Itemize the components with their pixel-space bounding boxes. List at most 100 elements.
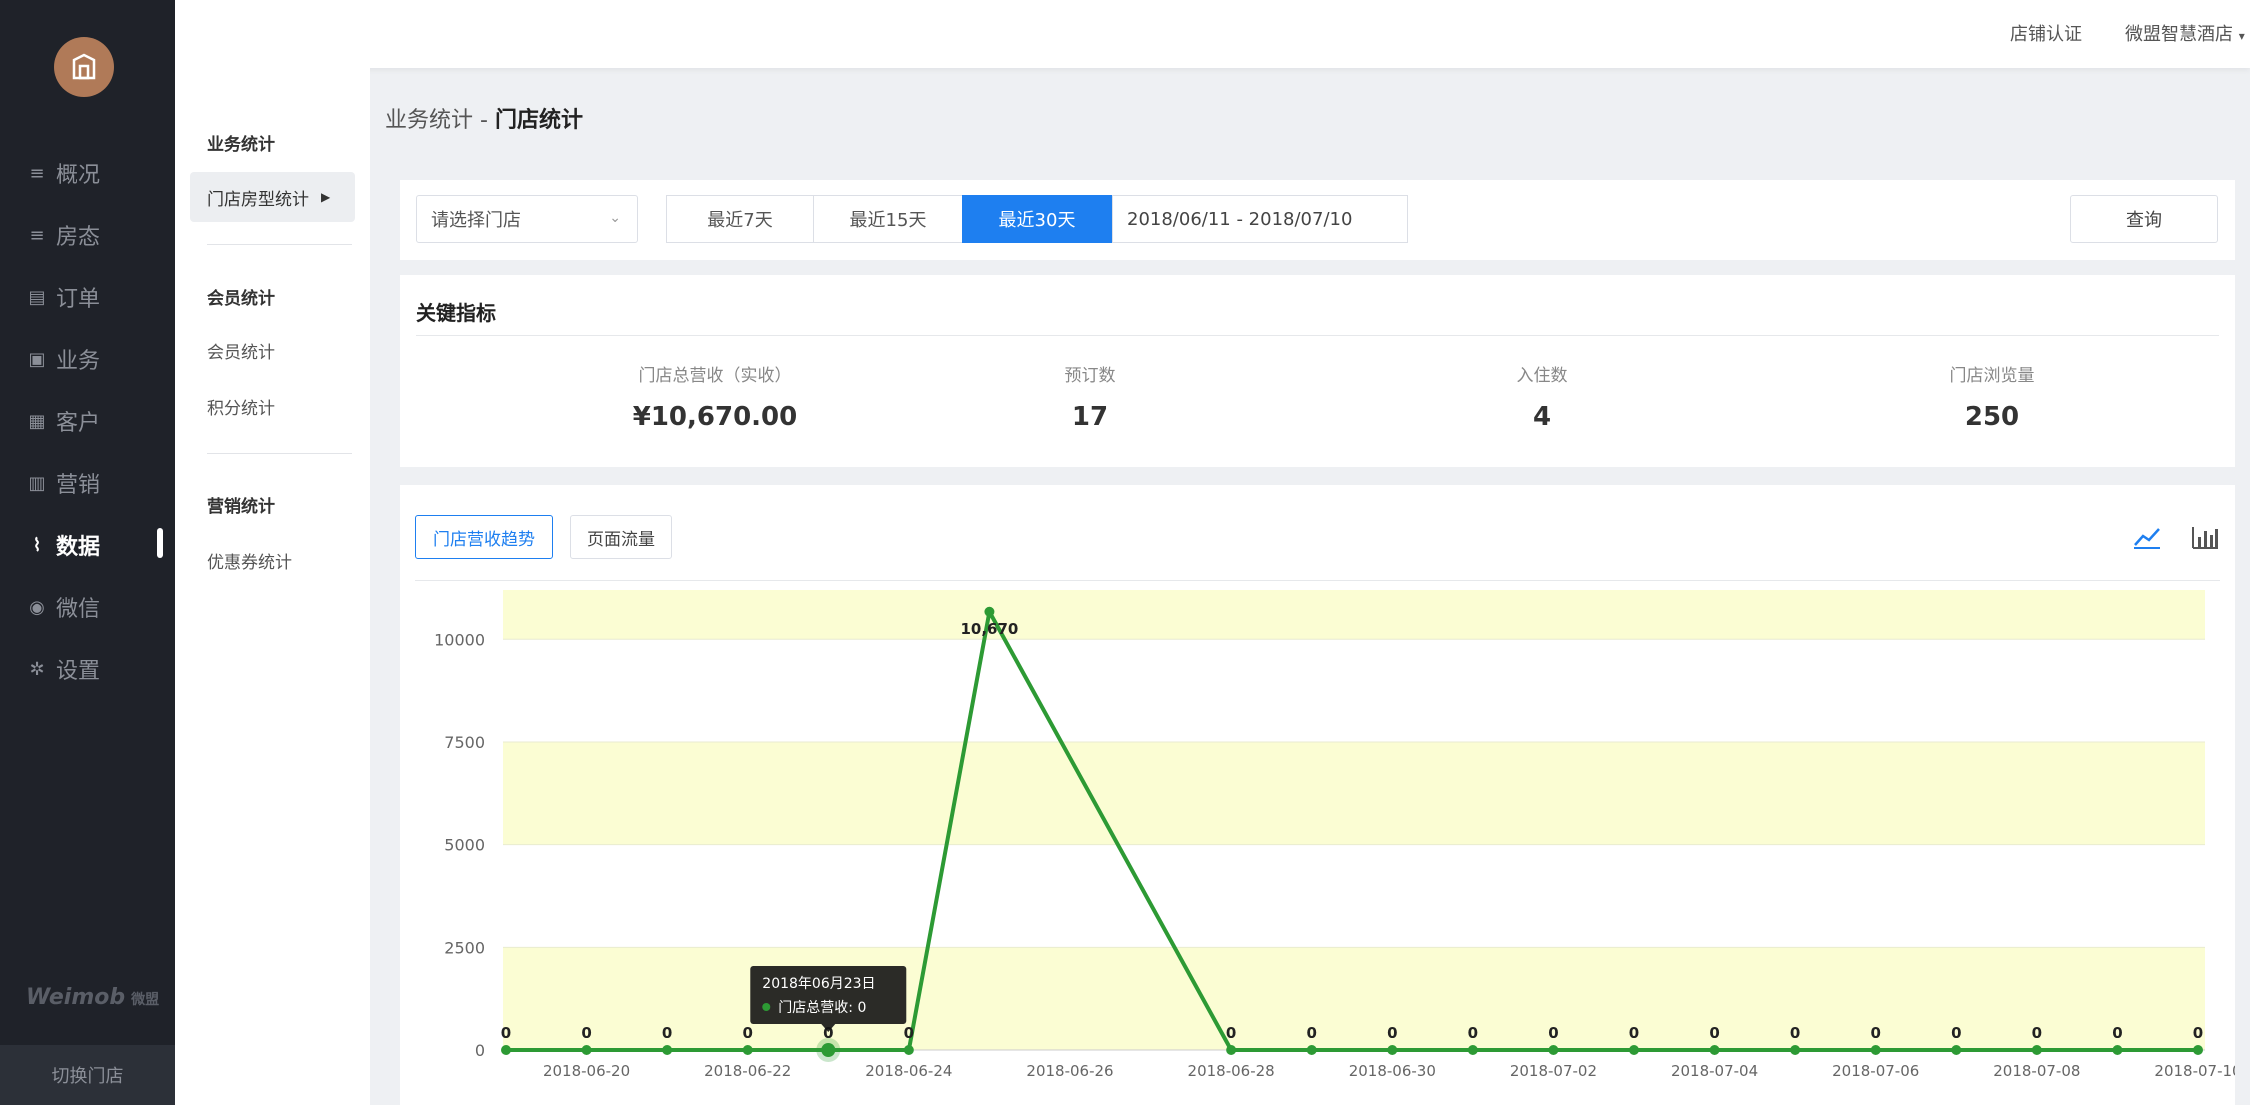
nav-item-label: 订单 xyxy=(56,287,101,312)
kpi-value: 17 xyxy=(1071,402,1109,432)
subnav-item-points-stats[interactable]: 积分统计 xyxy=(207,394,275,419)
range-15-days-button[interactable]: 最近15天 xyxy=(813,195,963,243)
nav-item-2[interactable]: ▤ 订单 xyxy=(26,277,166,317)
kpi-value: 4 xyxy=(1532,402,1552,432)
data-point xyxy=(581,1045,592,1055)
divider xyxy=(207,244,352,245)
tab-page-traffic[interactable]: 页面流量 xyxy=(570,515,672,559)
range-7-days-button[interactable]: 最近7天 xyxy=(666,195,814,243)
chart-panel: 门店营收趋势 页面流量 0 2500 5000 7500 10000 2018-06-20… xyxy=(400,485,2235,1105)
chevron-down-icon: ⌄ xyxy=(609,210,621,226)
data-point xyxy=(1387,1045,1398,1055)
top-bar: 店铺认证 微盟智慧酒店 ▾ xyxy=(175,0,2250,68)
briefcase-icon: ▣ xyxy=(28,348,46,370)
divider xyxy=(416,335,2219,336)
x-tick-label: 2018-07-04 xyxy=(1671,1062,1758,1080)
tab-revenue-trend[interactable]: 门店营收趋势 xyxy=(415,515,553,559)
kpi-checkins: 入住数 4 xyxy=(1312,361,1772,432)
data-point xyxy=(1709,1045,1720,1055)
line-chart-icon[interactable] xyxy=(2132,523,2162,551)
nav-item-4[interactable]: ▦ 客户 xyxy=(26,401,166,441)
subnav-group-business: 业务统计 xyxy=(207,135,275,155)
query-button[interactable]: 查询 xyxy=(2070,195,2218,243)
nav-item-0[interactable]: ≡ 概况 xyxy=(26,153,166,193)
nav-item-8[interactable]: ✲ 设置 xyxy=(26,649,166,689)
store-logo[interactable] xyxy=(54,37,114,97)
revenue-trend-chart: 0 2500 5000 7500 10000 2018-06-20 2018-06-22 20… xyxy=(434,590,2235,1080)
store-select-placeholder: 请选择门店 xyxy=(431,210,521,231)
list-icon: ≡ xyxy=(29,224,45,246)
data-point xyxy=(1629,1045,1639,1055)
data-label: 0 xyxy=(1870,1024,1880,1042)
trend-icon: ⌇ xyxy=(32,534,42,556)
data-label: 0 xyxy=(1790,1024,1800,1042)
tooltip-text: 门店总营收: 0 xyxy=(778,1000,866,1016)
nav-item-label: 数据 xyxy=(56,535,101,560)
card-icon: ▦ xyxy=(28,410,46,432)
grid-band xyxy=(503,590,2205,640)
kpi-bookings: 预订数 17 xyxy=(860,361,1320,432)
data-point xyxy=(984,606,995,617)
y-tick-label: 10000 xyxy=(434,630,485,649)
nav-item-3[interactable]: ▣ 业务 xyxy=(26,339,166,379)
nav-item-6[interactable]: ⌇ 数据 xyxy=(26,525,166,565)
nav-item-label: 客户 xyxy=(56,411,101,436)
data-label: 0 xyxy=(2112,1024,2122,1042)
y-tick-label: 0 xyxy=(475,1041,485,1060)
nav-item-label: 房态 xyxy=(56,225,101,250)
nav-item-label: 营销 xyxy=(56,473,101,498)
document-icon: ▤ xyxy=(28,286,46,308)
data-label: 0 xyxy=(1306,1024,1316,1042)
x-tick-label: 2018-07-10 xyxy=(2154,1062,2235,1080)
data-label: 0 xyxy=(1387,1024,1397,1042)
nav-item-1[interactable]: ≡ 房态 xyxy=(26,215,166,255)
data-point xyxy=(1548,1045,1559,1055)
y-tick-label: 2500 xyxy=(444,938,485,957)
bar-chart-icon[interactable] xyxy=(2190,523,2220,551)
nav-item-5[interactable]: ▥ 营销 xyxy=(26,463,166,503)
subnav-item-member-stats[interactable]: 会员统计 xyxy=(207,338,275,363)
breadcrumb-parent[interactable]: 业务统计 xyxy=(385,108,473,133)
account-name: 微盟智慧酒店 xyxy=(2125,24,2233,45)
account-menu[interactable]: 微盟智慧酒店 ▾ xyxy=(2125,20,2245,46)
x-tick-label: 2018-06-20 xyxy=(543,1062,630,1080)
data-label: 0 xyxy=(1468,1024,1478,1042)
key-metrics-title: 关键指标 xyxy=(416,301,496,325)
highlight-halo xyxy=(816,1038,841,1062)
subnav-group-marketing: 营销统计 xyxy=(207,497,275,517)
nav-item-7[interactable]: ◉ 微信 xyxy=(26,587,166,627)
store-select[interactable]: 请选择门店 ⌄ xyxy=(416,195,638,243)
data-point xyxy=(662,1045,673,1055)
data-label: 0 xyxy=(1548,1024,1558,1042)
caret-down-icon: ▾ xyxy=(2238,29,2245,43)
data-point xyxy=(2112,1045,2123,1055)
sub-nav: 业务统计 门店房型统计 ▶ 会员统计 会员统计 积分统计 营销统计 优惠券统计 xyxy=(175,68,370,1105)
data-label: 0 xyxy=(1709,1024,1719,1042)
subnav-item-coupon-stats[interactable]: 优惠券统计 xyxy=(207,548,292,573)
building-icon xyxy=(72,53,96,80)
subnav-item-room-type-stats[interactable]: 门店房型统计 ▶ xyxy=(190,172,355,222)
breadcrumb: 业务统计 - 门店统计 xyxy=(385,102,583,134)
data-point xyxy=(1306,1045,1317,1055)
series-line xyxy=(506,609,2198,1052)
shop-cert-link[interactable]: 店铺认证 xyxy=(2010,20,2082,46)
x-tick-label: 2018-06-26 xyxy=(1026,1062,1113,1080)
data-point xyxy=(903,1045,914,1055)
data-point xyxy=(501,1045,511,1055)
data-label: 10,670 xyxy=(960,620,1018,638)
wechat-icon: ◉ xyxy=(29,596,45,618)
switch-store-button[interactable]: 切换门店 xyxy=(0,1045,175,1105)
tooltip xyxy=(750,966,907,1024)
nav-item-label: 业务 xyxy=(56,349,101,374)
x-tick-label: 2018-07-06 xyxy=(1832,1062,1919,1080)
tooltip-pointer xyxy=(821,1024,836,1032)
range-30-days-button[interactable]: 最近30天 xyxy=(962,195,1112,243)
x-tick-label: 2018-07-08 xyxy=(1993,1062,2080,1080)
data-point xyxy=(1790,1045,1801,1055)
date-range-picker[interactable]: 2018/06/11 - 2018/07/10 xyxy=(1112,195,1408,243)
kpi-label: 预订数 xyxy=(1064,366,1116,386)
data-label: 0 xyxy=(1951,1024,1961,1042)
data-label: 0 xyxy=(2193,1024,2203,1042)
page-title: 门店统计 xyxy=(494,108,583,133)
x-tick-label: 2018-06-22 xyxy=(704,1062,791,1080)
